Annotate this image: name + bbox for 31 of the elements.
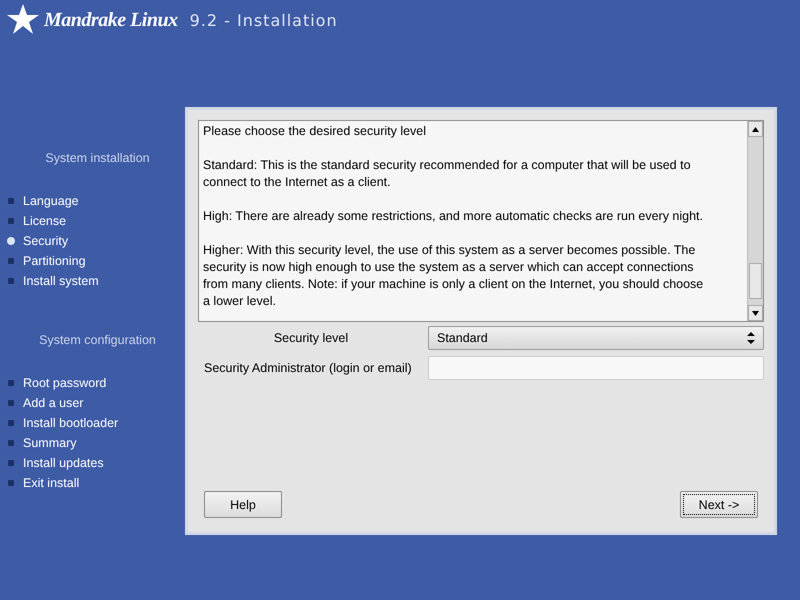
- input-field[interactable]: [428, 356, 764, 380]
- dialog-button[interactable]: Next ->: [680, 491, 758, 518]
- security-level-dropdown[interactable]: Standard: [428, 326, 764, 350]
- scrollbar[interactable]: [747, 121, 763, 321]
- step-label: Security: [23, 234, 68, 248]
- brand-name: Mandrake Linux: [44, 8, 178, 32]
- step-label: Install bootloader: [23, 416, 118, 430]
- field-label: Security Administrator (login or email): [203, 361, 413, 375]
- description-paragraph: Standard: This is the standard security recommended for a computer that will be used to connect to the Internet as a client.: [203, 157, 692, 191]
- star-logo-icon: [6, 3, 40, 37]
- step-label: Root password: [23, 376, 106, 390]
- scroll-up-icon[interactable]: [752, 126, 759, 132]
- step-label: Install system: [23, 274, 99, 288]
- step-label: Exit install: [23, 476, 80, 490]
- step-label: Add a user: [23, 396, 84, 410]
- section-heading: System installation: [44, 151, 151, 165]
- scrollbar-thumb[interactable]: [749, 263, 762, 299]
- scroll-down-icon[interactable]: [752, 310, 759, 316]
- section-heading: System configuration: [38, 333, 157, 347]
- window-title: 9.2 - Installation: [190, 10, 338, 30]
- step-label: License: [23, 214, 66, 228]
- step-label: Install updates: [23, 456, 104, 470]
- dialog-button[interactable]: Help: [204, 491, 282, 518]
- description-paragraph: Please choose the desired security level: [203, 123, 428, 140]
- description-paragraph: Higher: With this security level, the use of this system as a server becomes possible. The security is now high enough to use the system as a server which can accept connections from many clients. Note: if your machine is only a client on the Internet, you should choose a lower level.: [203, 242, 704, 310]
- step-label: Language: [23, 194, 79, 208]
- description-paragraph: High: There are already some restrictions, and more automatic checks are run every night.: [203, 208, 704, 225]
- spinner-arrows-icon: [747, 332, 755, 344]
- step-label: Partitioning: [23, 254, 86, 268]
- step-label: Summary: [23, 436, 76, 450]
- field-label: Security level: [272, 331, 350, 345]
